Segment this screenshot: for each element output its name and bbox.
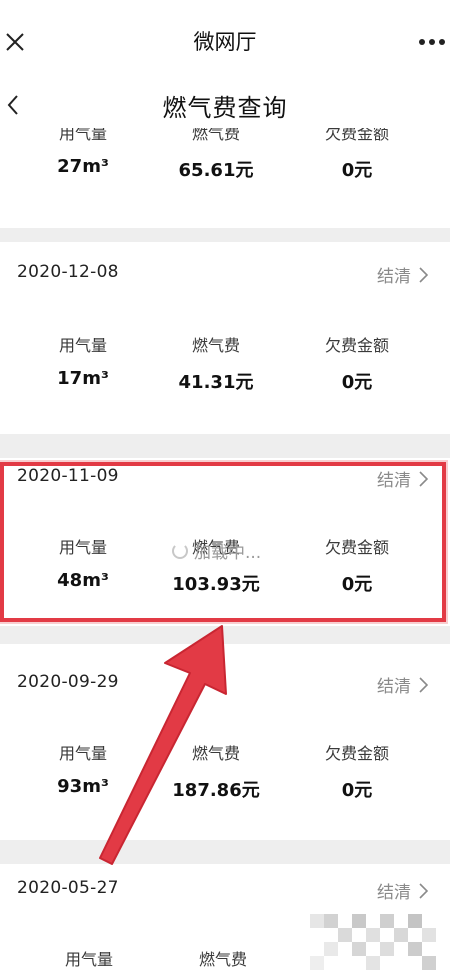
fee-label: 燃气费 <box>191 336 240 355</box>
fee-value: 41.31元 <box>178 372 254 393</box>
record-status[interactable]: 结清 <box>377 672 428 697</box>
record-card[interactable]: 2020-09-29 结清 用气量 93m³ 燃气费 187.86元 欠费金额 … <box>0 644 450 840</box>
usage-column: 用气量 17m³ <box>8 332 158 389</box>
loading-text: 加载中... <box>194 543 262 563</box>
app-title: 微网厅 <box>193 30 257 54</box>
usage-value: 17m³ <box>57 368 109 389</box>
owed-label: 欠费金额 <box>324 128 389 143</box>
chevron-right-icon <box>419 882 428 899</box>
loading-indicator: 加载中... <box>172 538 261 563</box>
usage-column: 用气量 27m³ <box>8 128 158 177</box>
usage-label: 用气量 <box>64 950 113 969</box>
separator <box>0 228 450 242</box>
owed-column: 欠费金额 0元 <box>282 128 432 182</box>
chevron-right-icon <box>419 266 428 283</box>
usage-label: 用气量 <box>58 336 107 355</box>
fee-label: 燃气费 <box>198 950 247 969</box>
fee-label: 燃气费 <box>191 128 240 143</box>
separator <box>0 840 450 864</box>
separator <box>0 434 450 458</box>
top-bar: 微网厅 <box>0 0 450 82</box>
owed-value: 0元 <box>341 160 373 181</box>
owed-value: 0元 <box>341 780 373 801</box>
more-icon <box>419 39 445 45</box>
usage-label: 用气量 <box>58 128 107 143</box>
page-header: 燃气费查询 <box>0 82 450 128</box>
owed-label: 欠费金额 <box>324 336 389 355</box>
more-button[interactable] <box>414 26 450 58</box>
fee-column: 燃气费 <box>148 946 298 970</box>
app-screen: 微网厅 燃气费查询 用气量 27m³ 燃气费 65.61元 欠费金额 0元 20… <box>0 0 450 976</box>
record-date: 2020-09-29 <box>17 672 119 692</box>
record-date: 2020-12-08 <box>17 262 119 282</box>
usage-column: 用气量 93m³ <box>8 740 158 797</box>
spinner-icon <box>172 542 188 559</box>
fee-column: 燃气费 187.86元 <box>141 740 291 802</box>
mosaic-watermark <box>300 900 450 976</box>
fee-label: 燃气费 <box>191 744 240 763</box>
fee-value: 65.61元 <box>178 160 254 181</box>
status-label: 结清 <box>377 677 411 697</box>
records-list[interactable]: 用气量 27m³ 燃气费 65.61元 欠费金额 0元 2020-12-08 结… <box>0 128 450 976</box>
usage-label: 用气量 <box>58 744 107 763</box>
usage-column: 用气量 <box>14 946 164 970</box>
fee-column: 燃气费 65.61元 <box>141 128 291 182</box>
record-card[interactable]: 用气量 27m³ 燃气费 65.61元 欠费金额 0元 <box>0 128 450 228</box>
status-label: 结清 <box>377 267 411 287</box>
chevron-right-icon <box>419 676 428 693</box>
owed-column: 欠费金额 0元 <box>282 332 432 394</box>
fee-column: 燃气费 41.31元 <box>141 332 291 394</box>
owed-value: 0元 <box>341 372 373 393</box>
record-date: 2020-05-27 <box>17 878 119 898</box>
page-title: 燃气费查询 <box>162 94 288 122</box>
record-status[interactable]: 结清 <box>377 262 428 287</box>
owed-column: 欠费金额 0元 <box>282 740 432 802</box>
owed-label: 欠费金额 <box>324 744 389 763</box>
record-card[interactable]: 2020-12-08 结清 用气量 17m³ 燃气费 41.31元 欠费金额 0… <box>0 242 450 434</box>
usage-value: 27m³ <box>57 156 109 177</box>
usage-value: 93m³ <box>57 776 109 797</box>
separator <box>0 626 450 644</box>
fee-value: 187.86元 <box>172 780 260 801</box>
